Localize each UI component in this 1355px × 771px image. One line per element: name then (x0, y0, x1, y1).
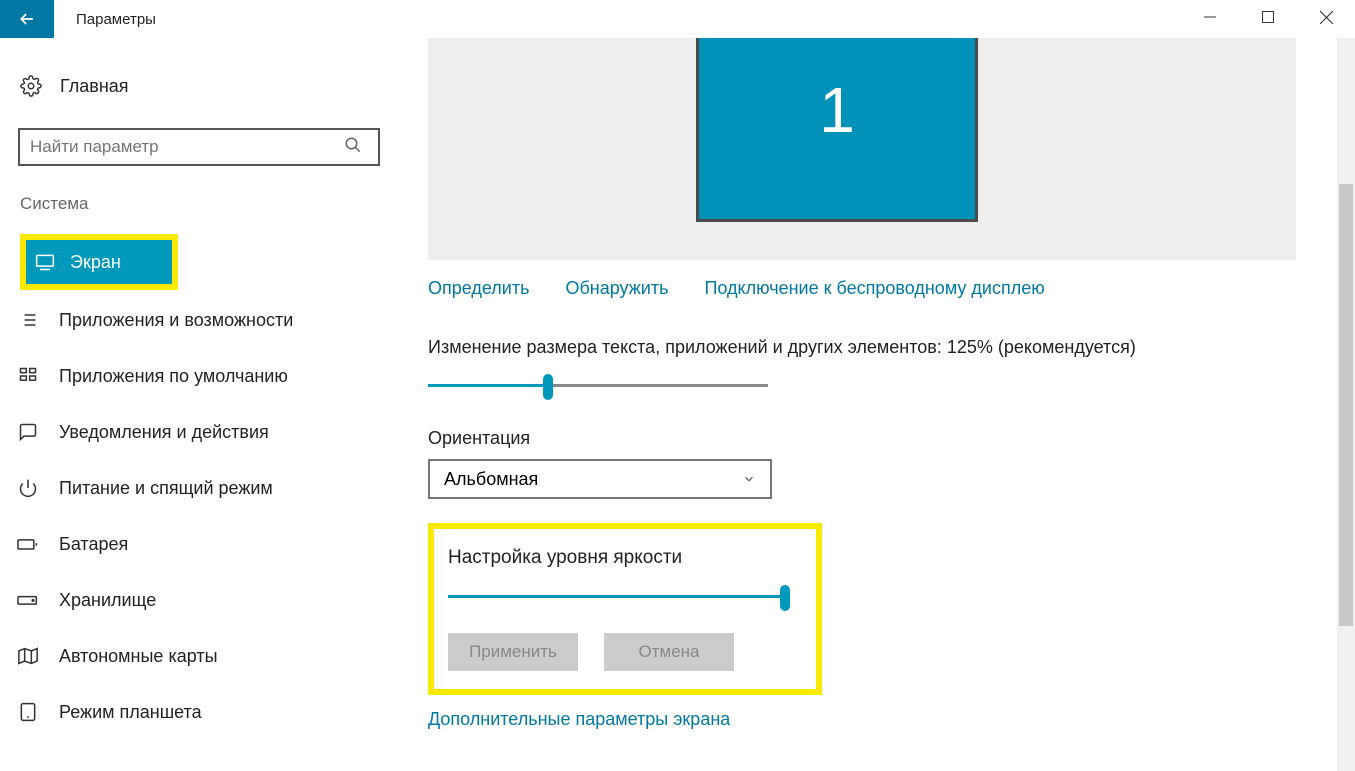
orientation-label: Ориентация (428, 428, 1355, 449)
sidebar-item-default-apps[interactable]: Приложения по умолчанию (4, 348, 390, 404)
display-preview-area: 1 (428, 38, 1296, 260)
sidebar-item-storage[interactable]: Хранилище (4, 572, 390, 628)
sidebar-item-label: Режим планшета (59, 702, 202, 723)
brightness-slider[interactable] (448, 583, 788, 611)
slider-thumb[interactable] (780, 585, 790, 611)
main-content: 1 Определить Обнаружить Подключение к бе… (390, 38, 1355, 771)
sidebar-item-power[interactable]: Питание и спящий режим (4, 460, 390, 516)
scale-slider[interactable] (428, 372, 768, 400)
identify-link[interactable]: Определить (428, 278, 529, 299)
highlight-brightness-block: Настройка уровня яркости Применить Отмен… (428, 523, 822, 695)
sidebar-home[interactable]: Главная (4, 66, 390, 106)
sidebar-item-display[interactable]: Экран (26, 240, 172, 284)
scale-label: Изменение размера текста, приложений и д… (428, 337, 1355, 358)
sidebar-item-label: Уведомления и действия (59, 422, 269, 443)
sidebar-item-maps[interactable]: Автономные карты (4, 628, 390, 684)
maximize-button[interactable] (1239, 0, 1297, 34)
list-icon (17, 310, 39, 330)
search-input[interactable] (18, 128, 380, 166)
message-icon (17, 422, 39, 442)
sidebar-home-label: Главная (60, 76, 129, 97)
display-number: 1 (819, 73, 855, 147)
apply-button[interactable]: Применить (448, 633, 578, 671)
minimize-icon (1204, 11, 1216, 23)
cancel-button[interactable]: Отмена (604, 633, 734, 671)
tablet-icon (17, 702, 39, 722)
back-button[interactable] (0, 0, 54, 38)
drive-icon (17, 590, 39, 610)
sidebar-item-label: Батарея (59, 534, 128, 555)
brightness-label: Настройка уровня яркости (448, 547, 802, 569)
monitor-icon (34, 252, 56, 272)
sidebar-item-notifications[interactable]: Уведомления и действия (4, 404, 390, 460)
sidebar-item-label: Питание и спящий режим (59, 478, 273, 499)
sidebar-item-label: Автономные карты (59, 646, 218, 667)
maximize-icon (1262, 11, 1274, 23)
map-icon (17, 646, 39, 666)
sidebar-item-label: Экран (70, 252, 121, 273)
chevron-down-icon (742, 472, 756, 486)
orientation-select[interactable]: Альбомная (428, 459, 772, 499)
grid-icon (17, 366, 39, 386)
sidebar-item-label: Хранилище (59, 590, 156, 611)
wireless-link[interactable]: Подключение к беспроводному дисплею (704, 278, 1044, 299)
sidebar-item-battery[interactable]: Батарея (4, 516, 390, 572)
window-title: Параметры (54, 0, 1181, 38)
arrow-left-icon (17, 9, 37, 29)
close-button[interactable] (1297, 0, 1355, 34)
sidebar-item-tablet[interactable]: Режим планшета (4, 684, 390, 740)
slider-fill (448, 595, 788, 598)
vertical-scrollbar[interactable] (1337, 38, 1355, 771)
search-icon (344, 136, 362, 154)
sidebar-item-apps[interactable]: Приложения и возможности (4, 292, 390, 348)
advanced-display-link[interactable]: Дополнительные параметры экрана (428, 709, 730, 730)
orientation-value: Альбомная (444, 469, 538, 490)
sidebar-section-label: Система (4, 194, 390, 214)
gear-icon (20, 75, 42, 97)
sidebar: Главная Система Экран Приложения и возмо… (0, 38, 390, 771)
power-icon (17, 478, 39, 498)
close-icon (1320, 11, 1333, 24)
sidebar-item-label: Приложения по умолчанию (59, 366, 288, 387)
highlight-screen-item: Экран (20, 234, 178, 290)
slider-thumb[interactable] (543, 374, 553, 400)
battery-icon (17, 534, 39, 554)
detect-link[interactable]: Обнаружить (565, 278, 668, 299)
slider-fill (428, 384, 548, 387)
display-tile-1[interactable]: 1 (696, 38, 978, 222)
minimize-button[interactable] (1181, 0, 1239, 34)
scrollbar-thumb[interactable] (1339, 184, 1353, 626)
sidebar-item-label: Приложения и возможности (59, 310, 293, 331)
